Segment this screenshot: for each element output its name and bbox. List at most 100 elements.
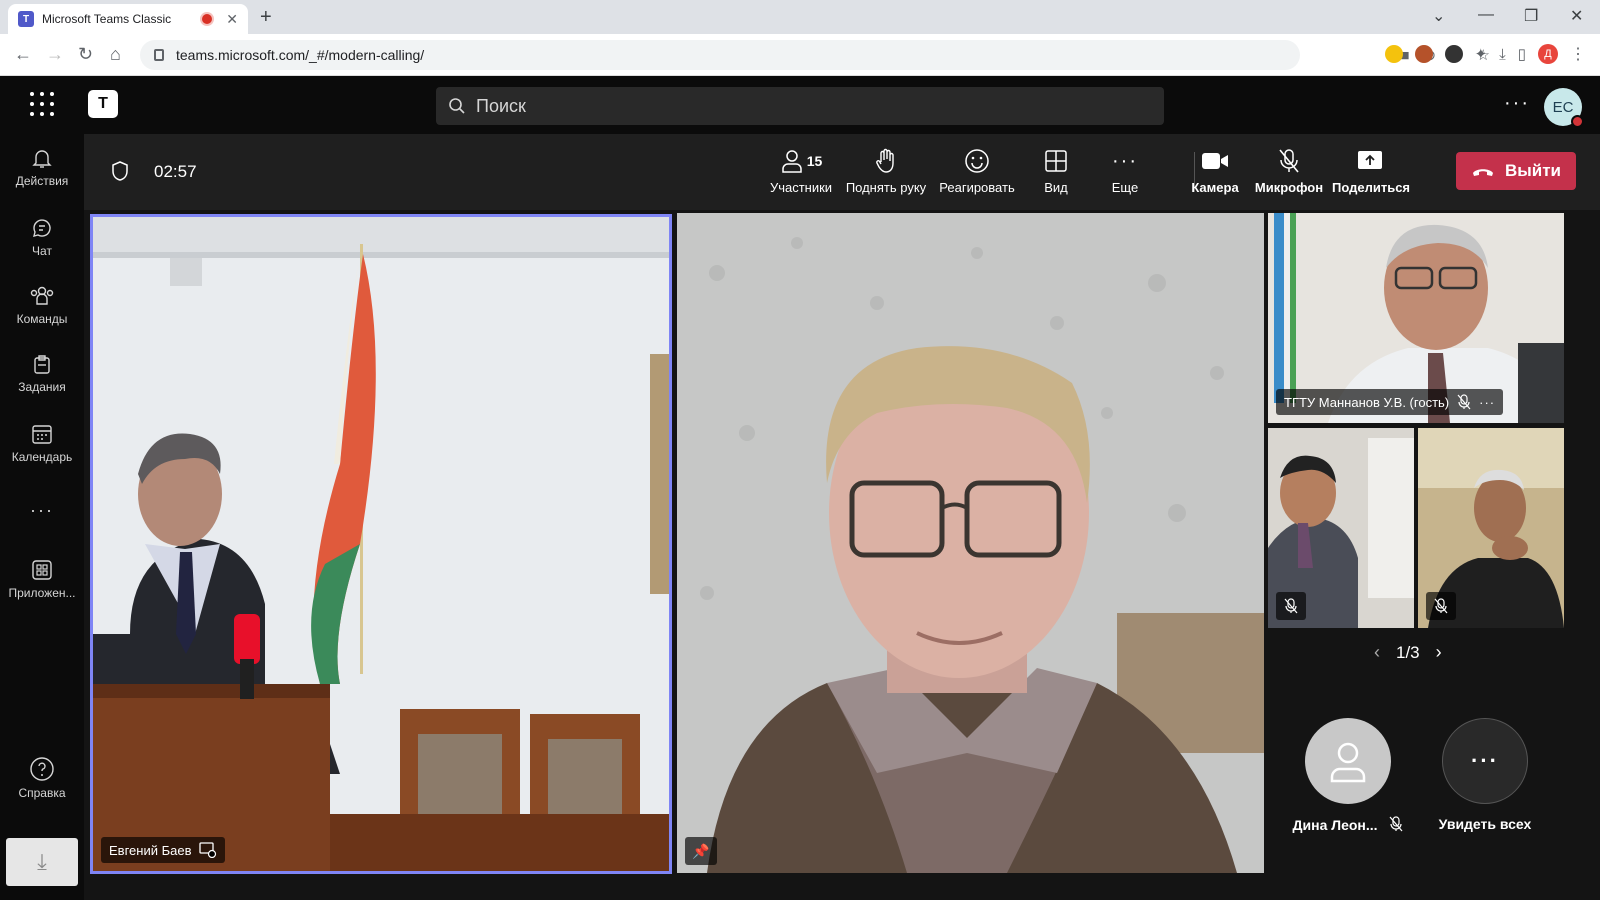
mic-off-icon xyxy=(1389,816,1403,832)
mic-off-badge xyxy=(1276,592,1306,620)
tab-search-icon[interactable]: ⌄ xyxy=(1432,6,1445,26)
participants-button[interactable]: 15 Участники xyxy=(766,146,836,195)
leave-button[interactable]: Выйти xyxy=(1456,152,1576,190)
raise-hand-label: Поднять руку xyxy=(845,180,927,195)
rail-item-more[interactable]: ··· xyxy=(0,500,84,521)
video-tile-participant[interactable] xyxy=(1268,428,1414,628)
apps-icon xyxy=(32,560,52,580)
close-tab-icon[interactable]: ✕ xyxy=(226,11,238,28)
reload-button[interactable]: ↻ xyxy=(78,44,93,65)
home-button[interactable]: ⌂ xyxy=(110,44,121,65)
mic-off-icon xyxy=(1279,149,1299,173)
url-field[interactable]: teams.microsoft.com/_#/modern-calling/ xyxy=(140,40,1300,70)
gallery-pager: ‹ 1/3 › xyxy=(1374,642,1442,663)
more-actions-button[interactable]: ··· Еще xyxy=(1102,146,1148,196)
teams-header: T Поиск ··· ЕС xyxy=(0,76,1600,134)
browser-tab[interactable]: T Microsoft Teams Classic ✕ xyxy=(8,4,248,34)
recording-indicator-icon xyxy=(202,14,213,24)
search-icon xyxy=(449,98,465,114)
rail-item-activity[interactable]: Действия xyxy=(0,146,84,188)
chevron-right-icon[interactable]: › xyxy=(1436,642,1442,663)
video-tile-pinned[interactable]: 📌 xyxy=(677,213,1264,873)
presence-busy-icon xyxy=(1571,115,1584,128)
user-avatar[interactable]: ЕС xyxy=(1544,88,1584,128)
share-button[interactable]: Поделиться xyxy=(1332,146,1411,195)
rail-item-calendar[interactable]: Календарь xyxy=(0,422,84,464)
video-stage: Евгений Баев 📌 ТГТУ Маннанов У.В. (гость… xyxy=(84,210,1600,900)
video-tile-guest[interactable]: ТГТУ Маннанов У.В. (гость) ··· xyxy=(1268,213,1564,423)
bell-icon xyxy=(32,150,52,168)
more-circle: ··· xyxy=(1442,718,1528,804)
see-all-participants-button[interactable]: ··· Увидеть всех xyxy=(1420,718,1550,832)
camera-button[interactable]: Камера xyxy=(1186,146,1244,195)
content-share-icon xyxy=(199,842,217,858)
mic-off-badge xyxy=(1426,592,1456,620)
download-icon[interactable]: ⤓ xyxy=(1499,46,1506,63)
meeting-toolbar: 02:57 15 Участники Поднять руку Реагиров… xyxy=(84,134,1600,210)
participant-namebar: Евгений Баев xyxy=(101,837,226,863)
video-tile-participant[interactable] xyxy=(1418,428,1564,628)
close-window-button[interactable]: ✕ xyxy=(1570,6,1583,26)
app-rail: Действия Чат Команды Задания Календарь ·… xyxy=(0,134,84,900)
person-avatar xyxy=(1305,718,1391,804)
microphone-button[interactable]: Микрофон xyxy=(1254,146,1324,195)
rail-item-help[interactable]: Справка xyxy=(0,756,84,800)
react-label: Реагировать xyxy=(939,180,1015,195)
browser-menu-icon[interactable]: ⋮ xyxy=(1570,44,1586,64)
meeting-timer: 02:57 xyxy=(154,162,197,181)
mic-off-icon xyxy=(1457,394,1471,410)
puzzle-extensions-icon[interactable]: ✦ xyxy=(1475,45,1488,63)
profile-avatar[interactable]: Д xyxy=(1538,44,1558,64)
search-input[interactable]: Поиск xyxy=(436,87,1164,125)
extension-icon[interactable] xyxy=(1444,45,1463,63)
lock-icon xyxy=(154,49,164,61)
back-button[interactable]: ← xyxy=(14,44,32,65)
tile-more-icon[interactable]: ··· xyxy=(1479,395,1495,410)
rail-item-assignments[interactable]: Задания xyxy=(0,352,84,394)
sidepanel-icon[interactable]: ▯ xyxy=(1518,45,1526,63)
download-app-button[interactable]: ⤓ xyxy=(6,838,78,886)
more-icon: ··· xyxy=(1112,149,1138,172)
new-tab-button[interactable]: + xyxy=(260,6,272,29)
mic-off-icon xyxy=(1284,598,1298,614)
see-all-label: Увидеть всех xyxy=(1438,816,1532,832)
roster-participant[interactable]: Дина Леон... xyxy=(1280,718,1416,833)
share-label: Поделиться xyxy=(1332,180,1411,195)
hand-icon xyxy=(876,148,894,173)
pager-text: 1/3 xyxy=(1396,642,1420,662)
video-tile-speaker[interactable]: Евгений Баев xyxy=(90,214,672,874)
download-icon: ⤓ xyxy=(37,849,47,874)
participants-label: Участники xyxy=(769,180,833,195)
rail-item-teams[interactable]: Команды xyxy=(0,284,84,326)
more-icon: ··· xyxy=(1471,748,1499,773)
rail-label: Чат xyxy=(32,244,52,258)
shield-icon[interactable] xyxy=(110,160,130,182)
participants-count: 15 xyxy=(806,153,823,169)
chevron-left-icon[interactable]: ‹ xyxy=(1374,642,1380,663)
teams-icon xyxy=(30,286,54,305)
person-icon xyxy=(781,150,802,173)
forward-button[interactable]: → xyxy=(46,44,64,65)
settings-more-icon[interactable]: ··· xyxy=(1504,92,1530,115)
more-icon: ··· xyxy=(30,500,54,520)
participant-name: ТГТУ Маннанов У.В. (гость) xyxy=(1284,394,1450,410)
tab-title: Microsoft Teams Classic xyxy=(42,12,172,26)
extension-icon[interactable] xyxy=(1384,45,1403,63)
camera-icon xyxy=(1202,153,1228,169)
share-screen-icon xyxy=(1358,151,1382,169)
rail-item-chat[interactable]: Чат xyxy=(0,216,84,258)
rail-label: Календарь xyxy=(11,450,73,464)
raise-hand-button[interactable]: Поднять руку xyxy=(842,146,930,195)
minimize-button[interactable]: — xyxy=(1478,6,1494,24)
pin-icon[interactable]: 📌 xyxy=(685,837,717,865)
rail-item-apps[interactable]: Приложен... xyxy=(0,558,84,600)
app-launcher-icon[interactable] xyxy=(30,92,56,118)
maximize-button[interactable]: ❐ xyxy=(1524,6,1538,26)
react-button[interactable]: Реагировать xyxy=(936,146,1018,195)
extension-icon[interactable] xyxy=(1414,45,1433,63)
url-text: teams.microsoft.com/_#/modern-calling/ xyxy=(176,47,425,63)
hang-up-icon xyxy=(1472,169,1493,176)
participant-name: Евгений Баев xyxy=(109,842,192,858)
assignments-icon xyxy=(34,355,50,374)
view-button[interactable]: Вид xyxy=(1034,146,1078,195)
